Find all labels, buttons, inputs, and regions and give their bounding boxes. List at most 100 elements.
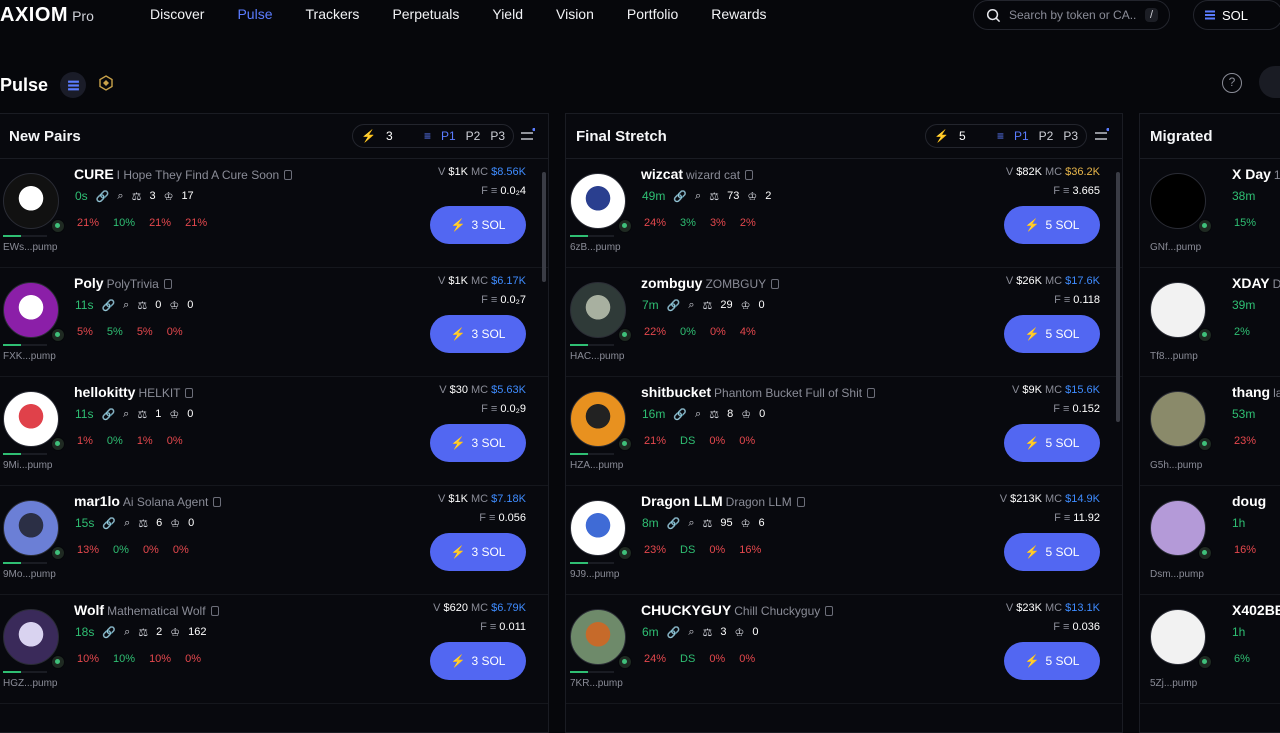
contract-address[interactable]: Dsm...pump	[1150, 569, 1204, 580]
token-name[interactable]: CHUCKYGUY Chill Chuckyguy	[641, 602, 834, 618]
token-avatar[interactable]	[3, 173, 59, 229]
nav-perpetuals[interactable]: Perpetuals	[392, 6, 459, 22]
token-avatar[interactable]	[1150, 500, 1206, 556]
preset-p1[interactable]: P1	[441, 129, 456, 143]
token-name[interactable]: CURE I Hope They Find A Cure Soon	[74, 166, 293, 182]
token-row[interactable]: HAC...pump zombguy ZOMBGUY 7m 🔗 ⌕ ⚖ 29 ♔ 0 22% 0% 0%…	[566, 268, 1122, 377]
preset-p1[interactable]: P1	[1014, 129, 1029, 143]
token-name[interactable]: zombguy ZOMBGUY	[641, 275, 780, 291]
token-name[interactable]: XDAYDAY	[1232, 275, 1280, 291]
token-avatar[interactable]	[1150, 282, 1206, 338]
search-icon[interactable]: ⌕	[117, 190, 123, 203]
search-icon[interactable]: ⌕	[695, 190, 701, 203]
nav-discover[interactable]: Discover	[150, 6, 204, 22]
quick-buy-button[interactable]: ⚡ 3 SOL	[430, 206, 526, 244]
search-icon[interactable]: ⌕	[123, 299, 129, 312]
token-name[interactable]: Dragon LLM Dragon LLM	[641, 493, 805, 509]
token-avatar[interactable]	[1150, 173, 1206, 229]
bnb-view-button[interactable]	[98, 74, 114, 96]
search-box[interactable]: /	[973, 0, 1170, 30]
token-name[interactable]: Poly PolyTrivia	[74, 275, 172, 291]
contract-address[interactable]: HAC...pump	[570, 351, 624, 362]
copy-icon[interactable]	[185, 388, 194, 398]
preset-p2[interactable]: P2	[1039, 129, 1054, 143]
token-row[interactable]: HZA...pump shitbucket Phantom Bucket Full …	[566, 377, 1122, 486]
contract-address[interactable]: GNf...pump	[1150, 242, 1201, 253]
link-icon[interactable]: 🔗	[673, 190, 687, 203]
contract-address[interactable]: 6zB...pump	[570, 242, 621, 253]
nav-pulse[interactable]: Pulse	[237, 6, 272, 22]
token-row[interactable]: 9J9...pump Dragon LLM Dragon LLM 8m 🔗 ⌕ ⚖ 95 ♔ 6 2…	[566, 486, 1122, 595]
contract-address[interactable]: 5Zj...pump	[1150, 678, 1197, 689]
quick-buy-amount[interactable]: 5	[959, 129, 987, 143]
filter-icon[interactable]	[519, 128, 535, 144]
token-avatar[interactable]	[570, 391, 626, 447]
token-row[interactable]: GNf...pump X Day10/38m 15%	[1140, 159, 1280, 268]
copy-icon[interactable]	[867, 388, 876, 398]
contract-address[interactable]: G5h...pump	[1150, 460, 1202, 471]
link-icon[interactable]: 🔗	[667, 517, 681, 530]
token-row[interactable]: 7KR...pump CHUCKYGUY Chill Chuckyguy 6m 🔗 ⌕ ⚖ 3…	[566, 595, 1122, 704]
preset-p3[interactable]: P3	[490, 129, 505, 143]
contract-address[interactable]: FXK...pump	[3, 351, 56, 362]
token-row[interactable]: 5Zj...pump X402BEA 1h 6%	[1140, 595, 1280, 704]
quick-buy-button[interactable]: ⚡ 3 SOL	[430, 424, 526, 462]
token-row[interactable]: EWs...pump CURE I Hope They Find A Cure So…	[0, 159, 548, 268]
preset-p2[interactable]: P2	[466, 129, 481, 143]
nav-yield[interactable]: Yield	[492, 6, 523, 22]
link-icon[interactable]: 🔗	[102, 517, 116, 530]
token-name[interactable]: doug	[1232, 493, 1269, 509]
token-name[interactable]: thangladder	[1232, 384, 1280, 400]
quick-buy-button[interactable]: ⚡ 3 SOL	[430, 642, 526, 680]
copy-icon[interactable]	[163, 279, 172, 289]
copy-icon[interactable]	[284, 170, 293, 180]
search-icon[interactable]: ⌕	[688, 299, 694, 312]
token-avatar[interactable]	[570, 500, 626, 556]
nav-portfolio[interactable]: Portfolio	[627, 6, 678, 22]
link-icon[interactable]: 🔗	[101, 299, 115, 312]
copy-icon[interactable]	[796, 497, 805, 507]
filter-icon[interactable]	[1093, 128, 1109, 144]
copy-icon[interactable]	[771, 279, 780, 289]
token-avatar[interactable]	[570, 282, 626, 338]
token-name[interactable]: Wolf Mathematical Wolf	[74, 602, 219, 618]
contract-address[interactable]: HZA...pump	[570, 460, 623, 471]
token-row[interactable]: FXK...pump Poly PolyTrivia 11s 🔗 ⌕ ⚖ 0 ♔ 0 5% 5% 5% 0…	[0, 268, 548, 377]
logo[interactable]: AXIOM Pro	[0, 4, 94, 27]
token-row[interactable]: G5h...pump thangladder 53m 23%	[1140, 377, 1280, 486]
solana-view-button[interactable]	[60, 72, 87, 98]
search-input[interactable]	[1009, 8, 1137, 22]
quick-buy-control[interactable]: ⚡ 5 ≡ P1 P2 P3	[925, 124, 1088, 148]
search-icon[interactable]: ⌕	[124, 517, 130, 530]
contract-address[interactable]: 9Mi...pump	[3, 460, 52, 471]
chain-select[interactable]: SOL	[1193, 0, 1280, 30]
token-row[interactable]: Dsm...pump doug 1h 16%	[1140, 486, 1280, 595]
token-name[interactable]: hellokitty HELKIT	[74, 384, 194, 400]
scrollbar[interactable]	[542, 172, 546, 282]
token-name[interactable]: wizcat wizard cat	[641, 166, 754, 182]
link-icon[interactable]: 🔗	[673, 408, 687, 421]
quick-buy-amount[interactable]: 3	[386, 129, 414, 143]
quick-buy-button[interactable]: ⚡ 5 SOL	[1004, 424, 1100, 462]
contract-address[interactable]: 9J9...pump	[570, 569, 619, 580]
link-icon[interactable]: 🔗	[667, 626, 681, 639]
token-avatar[interactable]	[3, 391, 59, 447]
token-row[interactable]: 9Mo...pump mar1lo Ai Solana Agent 15s 🔗 ⌕ ⚖ 6 ♔ 0…	[0, 486, 548, 595]
link-icon[interactable]: 🔗	[96, 190, 110, 203]
help-icon[interactable]: ?	[1222, 73, 1242, 93]
quick-buy-button[interactable]: ⚡ 5 SOL	[1004, 642, 1100, 680]
nav-trackers[interactable]: Trackers	[306, 6, 360, 22]
preset-p3[interactable]: P3	[1063, 129, 1078, 143]
token-name[interactable]: X402BEA	[1232, 602, 1280, 618]
token-avatar[interactable]	[3, 282, 59, 338]
link-icon[interactable]: 🔗	[101, 408, 115, 421]
copy-icon[interactable]	[213, 497, 222, 507]
token-row[interactable]: HGZ...pump Wolf Mathematical Wolf 18s 🔗 ⌕ ⚖ 2 ♔ 1…	[0, 595, 548, 704]
quick-buy-button[interactable]: ⚡ 3 SOL	[430, 315, 526, 353]
copy-icon[interactable]	[210, 606, 219, 616]
token-name[interactable]: X Day10/	[1232, 166, 1280, 182]
quick-buy-button[interactable]: ⚡ 5 SOL	[1004, 315, 1100, 353]
nav-vision[interactable]: Vision	[556, 6, 594, 22]
quick-buy-control[interactable]: ⚡ 3 ≡ P1 P2 P3	[352, 124, 515, 148]
contract-address[interactable]: EWs...pump	[3, 242, 57, 253]
